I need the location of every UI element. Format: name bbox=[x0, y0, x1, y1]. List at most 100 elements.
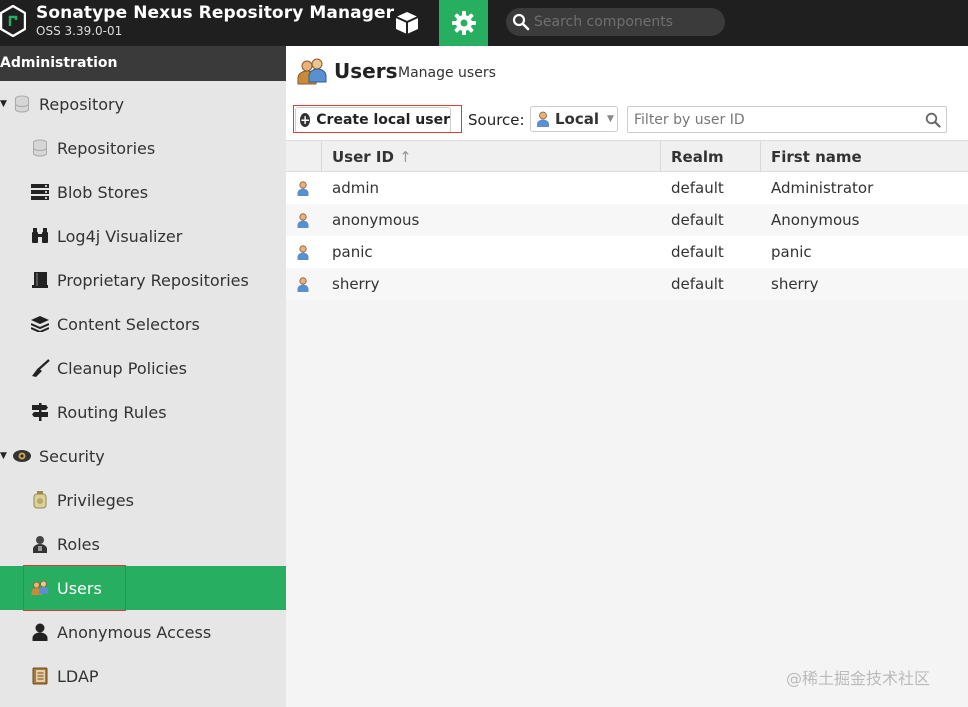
sidebar-item-label: Security bbox=[39, 446, 105, 466]
caret-down-icon: ▼ bbox=[0, 99, 7, 109]
column-first-name[interactable]: First name bbox=[760, 141, 968, 172]
user-icon bbox=[29, 622, 51, 642]
user-icon bbox=[297, 245, 309, 260]
sidebar-item-label: Anonymous Access bbox=[57, 622, 212, 642]
column-label: User ID bbox=[332, 148, 394, 166]
sidebar-item-label: Roles bbox=[57, 534, 100, 554]
sidebar-item-ldap[interactable]: LDAP bbox=[0, 654, 286, 698]
sidebar-item-anonymous-access[interactable]: Anonymous Access bbox=[0, 610, 286, 654]
cell-user-id: anonymous bbox=[332, 211, 420, 229]
cube-icon bbox=[395, 12, 419, 34]
user-icon bbox=[297, 213, 309, 228]
search-icon bbox=[512, 13, 530, 31]
server-icon bbox=[29, 182, 51, 202]
source-label: Source: bbox=[468, 111, 525, 129]
browse-button[interactable] bbox=[386, 0, 428, 46]
sidebar-item-repositories[interactable]: Repositories bbox=[0, 126, 286, 170]
administration-button[interactable] bbox=[439, 0, 488, 46]
column-user-id[interactable]: User ID ↑ bbox=[321, 141, 661, 172]
sidebar-item-blob-stores[interactable]: Blob Stores bbox=[0, 170, 286, 214]
source-select[interactable]: Local ▼ bbox=[530, 106, 618, 132]
cell-user-id: sherry bbox=[332, 275, 380, 293]
sidebar-item-security[interactable]: ▼ Security bbox=[0, 434, 286, 478]
cell-first-name: Administrator bbox=[771, 179, 874, 197]
sidebar-item-label: Content Selectors bbox=[57, 314, 200, 334]
sidebar-item-proprietary-repositories[interactable]: Proprietary Repositories bbox=[0, 258, 286, 302]
sidebar-item-roles[interactable]: Roles bbox=[0, 522, 286, 566]
badge-icon bbox=[29, 490, 51, 510]
sidebar-item-label: Users bbox=[57, 578, 102, 598]
layers-icon bbox=[29, 314, 51, 334]
toolbar: + Create local user Source: Local ▼ bbox=[286, 102, 968, 140]
database-icon bbox=[11, 94, 33, 114]
table-header: User ID ↑ Realm First name bbox=[286, 140, 968, 172]
search-input[interactable] bbox=[534, 12, 719, 32]
filter-field[interactable] bbox=[627, 106, 947, 133]
user-icon bbox=[297, 181, 309, 196]
table-row[interactable]: admin default Administrator bbox=[286, 172, 968, 204]
sidebar-item-label: Proprietary Repositories bbox=[57, 270, 249, 290]
sidebar-item-content-selectors[interactable]: Content Selectors bbox=[0, 302, 286, 346]
page-header: Users Manage users bbox=[286, 46, 968, 102]
sidebar-item-privileges[interactable]: Privileges bbox=[0, 478, 286, 522]
book-icon bbox=[29, 270, 51, 290]
column-label: Realm bbox=[671, 148, 724, 166]
users-icon bbox=[29, 578, 51, 598]
watermark: @稀土掘金技术社区 bbox=[786, 669, 931, 688]
users-icon bbox=[297, 58, 327, 85]
filter-input[interactable] bbox=[634, 111, 914, 129]
cell-first-name: panic bbox=[771, 243, 812, 261]
column-realm[interactable]: Realm bbox=[660, 141, 760, 172]
nexus-logo-icon[interactable] bbox=[0, 5, 26, 37]
source-value: Local bbox=[555, 110, 600, 128]
cell-realm: default bbox=[671, 211, 724, 229]
sidebar-item-label: Privileges bbox=[57, 490, 134, 510]
table-row[interactable]: sherry default sherry bbox=[286, 268, 968, 300]
sidebar-header: Administration bbox=[0, 46, 286, 81]
sidebar-item-label: Log4j Visualizer bbox=[57, 226, 183, 246]
cell-user-id: admin bbox=[332, 179, 379, 197]
top-bar: Sonatype Nexus Repository Manager OSS 3.… bbox=[0, 0, 968, 46]
broom-icon bbox=[29, 358, 51, 378]
search-icon[interactable] bbox=[925, 112, 941, 128]
cell-realm: default bbox=[671, 243, 724, 261]
app-title: Sonatype Nexus Repository Manager bbox=[36, 3, 395, 23]
binoculars-icon bbox=[29, 226, 51, 246]
user-icon bbox=[297, 277, 309, 292]
sidebar-item-log4j-visualizer[interactable]: Log4j Visualizer bbox=[0, 214, 286, 258]
sort-ascending-icon: ↑ bbox=[399, 148, 412, 166]
cell-first-name: Anonymous bbox=[771, 211, 860, 229]
sidebar-item-routing-rules[interactable]: Routing Rules bbox=[0, 390, 286, 434]
main-panel: Users Manage users + Create local user S… bbox=[286, 46, 968, 707]
cell-first-name: sherry bbox=[771, 275, 819, 293]
sidebar-item-label: Repository bbox=[39, 94, 125, 114]
eye-icon bbox=[11, 446, 33, 466]
sidebar-item-label: Repositories bbox=[57, 138, 156, 158]
gear-icon bbox=[451, 11, 476, 35]
app-version: OSS 3.39.0-01 bbox=[36, 24, 123, 38]
sidebar-item-users[interactable]: Users bbox=[0, 566, 286, 610]
user-icon bbox=[537, 111, 549, 127]
sidebar-item-repository[interactable]: ▼ Repository bbox=[0, 82, 286, 126]
cell-user-id: panic bbox=[332, 243, 373, 261]
database-icon bbox=[29, 138, 51, 158]
search-components[interactable] bbox=[506, 8, 725, 36]
dropdown-arrow-icon: ▼ bbox=[607, 114, 614, 124]
cell-realm: default bbox=[671, 275, 724, 293]
caret-down-icon: ▼ bbox=[0, 451, 7, 461]
sidebar-item-label: Cleanup Policies bbox=[57, 358, 187, 378]
sidebar-item-label: Blob Stores bbox=[57, 182, 149, 202]
sidebar-item-label: Routing Rules bbox=[57, 402, 167, 422]
table-row[interactable]: anonymous default Anonymous bbox=[286, 204, 968, 236]
create-local-user-button[interactable]: + Create local user bbox=[295, 107, 451, 133]
create-local-user-label: Create local user bbox=[316, 112, 450, 128]
signpost-icon bbox=[29, 402, 51, 422]
page-subtitle: Manage users bbox=[398, 65, 496, 81]
ldap-book-icon bbox=[29, 666, 51, 686]
sidebar-item-cleanup-policies[interactable]: Cleanup Policies bbox=[0, 346, 286, 390]
page-title: Users bbox=[334, 59, 398, 83]
table-row[interactable]: panic default panic bbox=[286, 236, 968, 268]
cell-realm: default bbox=[671, 179, 724, 197]
sidebar-item-label: LDAP bbox=[57, 666, 99, 686]
plus-circle-icon: + bbox=[300, 113, 311, 127]
